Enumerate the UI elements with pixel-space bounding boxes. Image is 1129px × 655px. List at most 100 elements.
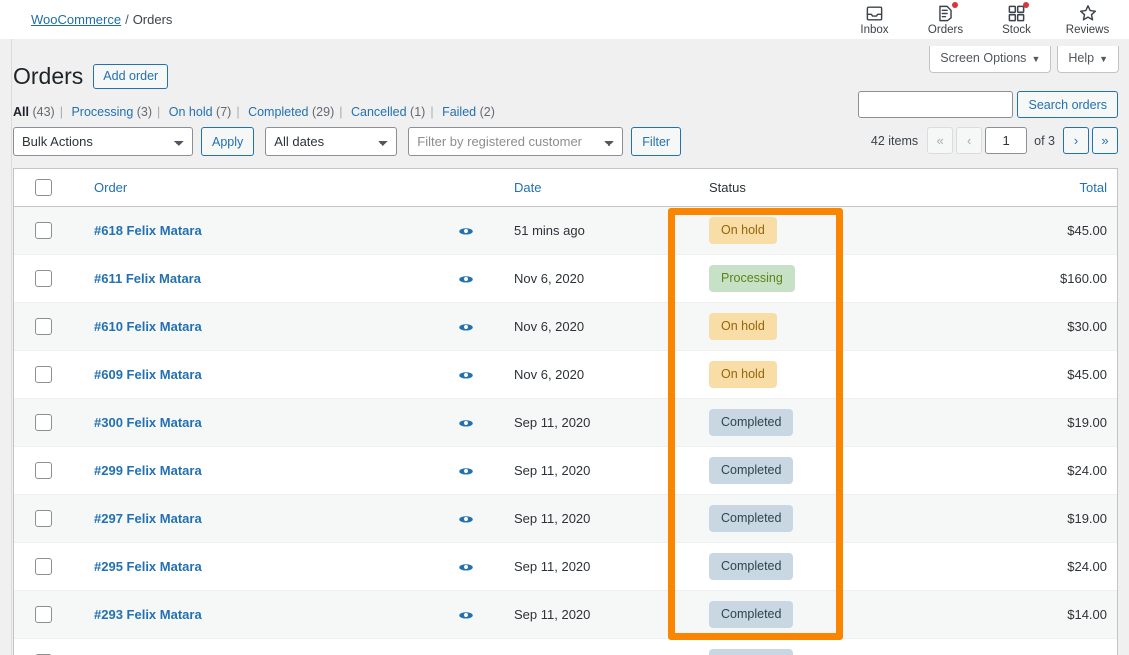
column-header-total[interactable]: Total bbox=[1012, 169, 1117, 207]
status-filter-processing[interactable]: Processing bbox=[71, 105, 133, 119]
table-row[interactable]: #295 Felix Matara Sep 11, 2020 Completed… bbox=[14, 542, 1117, 591]
row-select-cell bbox=[14, 494, 62, 543]
row-checkbox[interactable] bbox=[35, 606, 52, 623]
search-orders-button[interactable]: Search orders bbox=[1017, 91, 1118, 118]
row-checkbox[interactable] bbox=[35, 462, 52, 479]
table-row[interactable]: #610 Felix Matara Nov 6, 2020 On hold $3… bbox=[14, 302, 1117, 351]
table-row[interactable]: #611 Felix Matara Nov 6, 2020 Processing… bbox=[14, 254, 1117, 303]
preview-eye-icon[interactable] bbox=[457, 414, 475, 432]
order-link[interactable]: #299 Felix Matara bbox=[62, 463, 202, 478]
status-filter-all[interactable]: All bbox=[13, 105, 29, 119]
order-link[interactable]: #618 Felix Matara bbox=[62, 223, 202, 238]
row-order-cell: #611 Felix Matara bbox=[62, 254, 457, 303]
add-order-button[interactable]: Add order bbox=[93, 64, 169, 89]
column-header-order[interactable]: Order bbox=[62, 169, 457, 207]
select-all-header bbox=[14, 169, 62, 207]
column-header-date[interactable]: Date bbox=[512, 169, 697, 207]
activity-item-stock[interactable]: Stock bbox=[981, 0, 1052, 39]
preview-eye-icon[interactable] bbox=[457, 318, 475, 336]
row-checkbox[interactable] bbox=[35, 414, 52, 431]
activity-item-orders[interactable]: Orders bbox=[910, 0, 981, 39]
row-preview-cell bbox=[457, 446, 512, 495]
status-filter-failed[interactable]: Failed bbox=[442, 105, 476, 119]
row-checkbox[interactable] bbox=[35, 270, 52, 287]
table-row[interactable]: #293 Felix Matara Sep 11, 2020 Completed… bbox=[14, 590, 1117, 639]
row-preview-cell bbox=[457, 494, 512, 543]
select-all-checkbox[interactable] bbox=[35, 179, 52, 196]
status-filter-cancelled[interactable]: Cancelled bbox=[351, 105, 407, 119]
order-link[interactable]: #297 Felix Matara bbox=[62, 511, 202, 526]
row-select-cell bbox=[14, 254, 62, 303]
row-date-cell: Sep 11, 2020 bbox=[512, 494, 697, 543]
inbox-icon bbox=[865, 3, 885, 23]
row-status-cell: On hold bbox=[697, 302, 1012, 351]
breadcrumb-root-link[interactable]: WooCommerce bbox=[31, 12, 121, 27]
row-checkbox[interactable] bbox=[35, 366, 52, 383]
row-checkbox[interactable] bbox=[35, 222, 52, 239]
row-total-cell: $45.00 bbox=[1012, 206, 1117, 255]
table-row[interactable]: #300 Felix Matara Sep 11, 2020 Completed… bbox=[14, 398, 1117, 447]
pagination-last-button[interactable]: » bbox=[1092, 127, 1118, 154]
table-row[interactable]: #609 Felix Matara Nov 6, 2020 On hold $4… bbox=[14, 350, 1117, 399]
breadcrumb-current: Orders bbox=[132, 12, 173, 27]
order-link[interactable]: #295 Felix Matara bbox=[62, 559, 202, 574]
pagination-next-button[interactable]: › bbox=[1063, 127, 1089, 154]
row-select-cell bbox=[14, 542, 62, 591]
preview-eye-icon[interactable] bbox=[457, 366, 475, 384]
customer-filter-select[interactable]: Filter by registered customer bbox=[408, 127, 624, 156]
status-filter-on-hold-count: (7) bbox=[216, 105, 232, 119]
bulk-actions-select[interactable]: Bulk Actions bbox=[13, 127, 193, 156]
date-filter-select[interactable]: All dates bbox=[265, 127, 398, 156]
preview-eye-icon[interactable] bbox=[457, 510, 475, 528]
preview-eye-icon[interactable] bbox=[457, 462, 475, 480]
order-link[interactable]: #611 Felix Matara bbox=[62, 271, 201, 286]
status-badge: Completed bbox=[709, 601, 794, 628]
table-row[interactable]: #299 Felix Matara Sep 11, 2020 Completed… bbox=[14, 446, 1117, 495]
row-total-cell: $45.00 bbox=[1012, 350, 1117, 399]
preview-eye-icon[interactable] bbox=[457, 270, 475, 288]
breadcrumb-separator: / bbox=[125, 12, 129, 27]
table-row[interactable]: Completed bbox=[14, 638, 1117, 655]
help-button[interactable]: Help ▼ bbox=[1057, 46, 1119, 73]
row-status-cell: Completed bbox=[697, 542, 1012, 591]
order-link[interactable]: #293 Felix Matara bbox=[62, 607, 202, 622]
row-checkbox[interactable] bbox=[35, 318, 52, 335]
row-total-cell: $24.00 bbox=[1012, 542, 1117, 591]
status-badge: Completed bbox=[709, 649, 794, 655]
row-order-cell: #618 Felix Matara bbox=[62, 206, 457, 255]
activity-item-label: Inbox bbox=[860, 24, 889, 36]
preview-eye-icon[interactable] bbox=[457, 558, 475, 576]
order-link[interactable]: #609 Felix Matara bbox=[62, 367, 202, 382]
preview-eye-icon[interactable] bbox=[457, 606, 475, 624]
row-date-cell: 51 mins ago bbox=[512, 206, 697, 255]
stock-icon bbox=[1007, 2, 1029, 23]
row-total-cell: $19.00 bbox=[1012, 494, 1117, 543]
table-row[interactable]: #618 Felix Matara 51 mins ago On hold $4… bbox=[14, 206, 1117, 255]
row-date-cell: Sep 11, 2020 bbox=[512, 590, 697, 639]
order-link[interactable]: #300 Felix Matara bbox=[62, 415, 202, 430]
row-checkbox[interactable] bbox=[35, 510, 52, 527]
search-input[interactable] bbox=[858, 91, 1014, 118]
row-status-cell: Completed bbox=[697, 398, 1012, 447]
order-link[interactable]: #610 Felix Matara bbox=[62, 319, 202, 334]
screen-options-button[interactable]: Screen Options ▼ bbox=[929, 46, 1052, 73]
row-status-cell: Completed bbox=[697, 638, 1012, 655]
status-badge: Completed bbox=[709, 553, 794, 580]
filter-button[interactable]: Filter bbox=[631, 127, 682, 156]
activity-item-reviews[interactable]: Reviews bbox=[1052, 0, 1123, 39]
status-filter-on-hold[interactable]: On hold bbox=[169, 105, 213, 119]
pagination-current-page-input[interactable]: 1 bbox=[985, 127, 1028, 154]
preview-eye-icon[interactable] bbox=[457, 222, 475, 240]
apply-button[interactable]: Apply bbox=[201, 127, 255, 156]
activity-item-inbox[interactable]: Inbox bbox=[839, 0, 910, 39]
row-preview-cell bbox=[457, 350, 512, 399]
table-row[interactable]: #297 Felix Matara Sep 11, 2020 Completed… bbox=[14, 494, 1117, 543]
row-status-cell: On hold bbox=[697, 206, 1012, 255]
row-order-cell: #610 Felix Matara bbox=[62, 302, 457, 351]
row-preview-cell bbox=[457, 542, 512, 591]
row-checkbox[interactable] bbox=[35, 558, 52, 575]
status-filter-failed-count: (2) bbox=[479, 105, 495, 119]
row-select-cell bbox=[14, 302, 62, 351]
status-filter-completed[interactable]: Completed bbox=[248, 105, 308, 119]
row-order-cell: #295 Felix Matara bbox=[62, 542, 457, 591]
